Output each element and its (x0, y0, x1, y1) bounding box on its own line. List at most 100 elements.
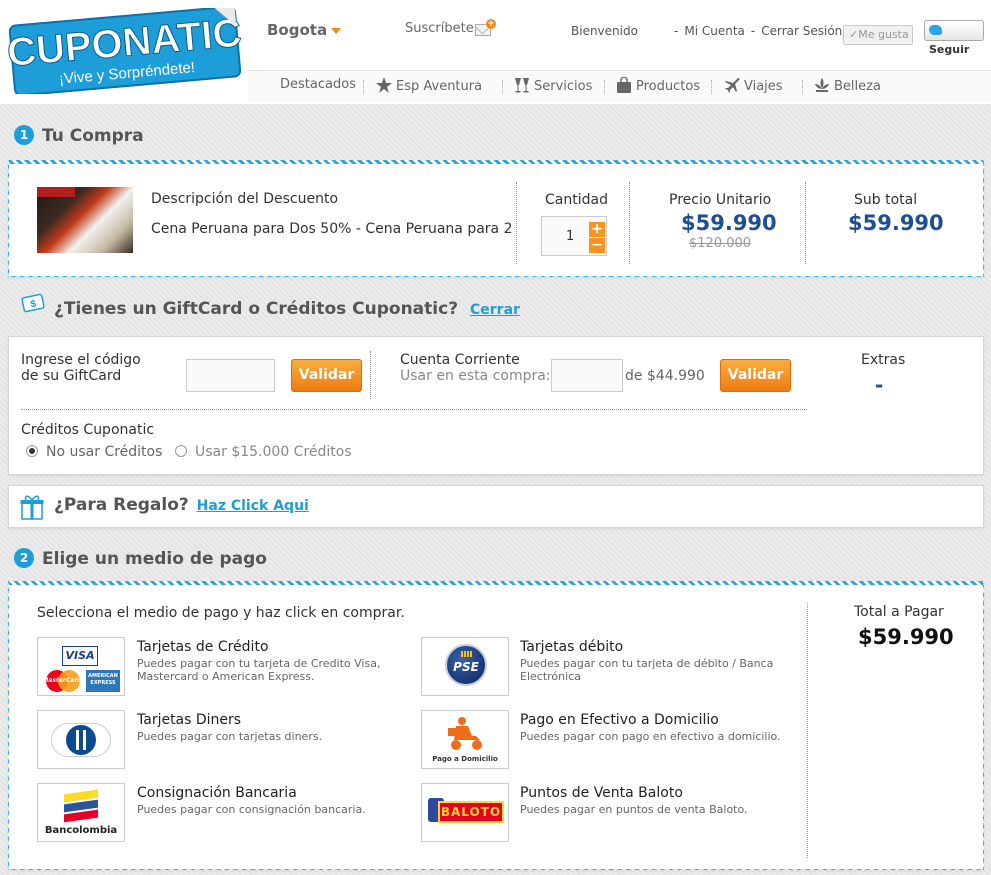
nav-item-belleza[interactable]: Belleza (814, 77, 881, 94)
credits-label: Créditos Cuponatic (21, 422, 155, 438)
giftcard-code-input[interactable] (186, 359, 275, 392)
plane-icon (725, 78, 740, 93)
giftcard-box: Ingrese el código de su GiftCard Validar… (8, 336, 984, 475)
validate-account-button[interactable]: Validar (720, 359, 791, 392)
payment-method-title[interactable]: Puntos de Venta Baloto (520, 785, 683, 801)
payment-method-desc: Puedes pagar con tu tarjeta de débito / … (520, 657, 774, 683)
subtotal-value: $59.990 (848, 211, 944, 235)
bancolombia-caption: Bancolombia (44, 825, 118, 836)
old-price: $120.000 (689, 236, 752, 251)
extras-label: Extras (861, 352, 906, 368)
unit-price: $59.990 (681, 211, 777, 235)
step-number: 1 (14, 125, 34, 145)
payment-method-title[interactable]: Tarjetas débito (520, 639, 623, 655)
category-nav: Destacados Esp Aventura Servicios Produc… (248, 70, 991, 102)
follow-label: Seguir (929, 43, 970, 56)
nav-separator (802, 80, 803, 94)
account-label: Cuenta Corriente (400, 352, 520, 368)
nav-item-servicios[interactable]: Servicios (514, 77, 592, 94)
gift-title: ¿Para Regalo? Haz Click Aqui (54, 495, 309, 515)
use-label: Usar en esta compra: (400, 368, 551, 384)
nav-item-viajes[interactable]: Viajes (724, 77, 783, 94)
close-link[interactable]: Cerrar (470, 302, 520, 318)
my-account-link[interactable]: Mi Cuenta (684, 24, 745, 38)
bancolombia-logo[interactable]: Bancolombia (37, 783, 125, 842)
payment-method-desc: Puedes pagar con tarjetas diners. (137, 730, 323, 743)
radio-selected-icon (26, 445, 38, 457)
radio-label: Usar $15.000 Créditos (195, 444, 352, 460)
subtotal-label: Sub total (854, 192, 918, 208)
baloto-logo[interactable]: BALOTO (421, 783, 509, 842)
giftcard-section-title: ¿Tienes un GiftCard o Créditos Cuponatic… (54, 299, 520, 319)
divider (370, 351, 371, 399)
nav-separator (711, 80, 712, 94)
section-title-text: ¿Tienes un GiftCard o Créditos Cuponatic… (54, 299, 459, 319)
nav-label: Servicios (534, 79, 593, 94)
nav-item-productos[interactable]: Productos (616, 77, 700, 94)
city-selector[interactable]: Bogota (267, 21, 342, 39)
description-label: Descripción del Descuento (151, 191, 339, 207)
payment-method-title[interactable]: Tarjetas Diners (137, 712, 241, 728)
like-label: Me gusta (858, 28, 909, 41)
section-title-text: Tu Compra (42, 126, 144, 146)
diners-icon (51, 723, 111, 757)
domicilio-logo[interactable]: Pago a Domicilio (421, 710, 509, 769)
quantity-stepper[interactable]: 1 + − (541, 216, 607, 256)
mastercard-icon: MasterCard (42, 670, 82, 692)
site-header: CUPONATIC ¡Vive y Sorpréndete! Bogota Su… (0, 0, 991, 104)
welcome-text: Bienvenido (571, 24, 638, 38)
increment-button[interactable]: + (589, 222, 605, 237)
pse-logo[interactable]: PSE (421, 637, 509, 696)
subscribe-link[interactable]: Suscríbete (405, 21, 474, 36)
delivery-scooter-icon (448, 717, 482, 750)
divider (21, 409, 807, 410)
star-icon (376, 77, 392, 93)
section-title-text: Elige un medio de pago (42, 549, 267, 569)
separator: - (674, 24, 679, 38)
label-line: de su GiftCard (21, 368, 122, 384)
validate-giftcard-button[interactable]: Validar (291, 359, 362, 392)
payment-method-desc: Puedes pagar con consignación bancaria. (137, 803, 366, 816)
giftcard-icon: $ (21, 293, 45, 313)
twitter-bird-icon (929, 25, 942, 35)
gift-click-link[interactable]: Haz Click Aqui (197, 498, 309, 514)
account-links: - Mi Cuenta - Cerrar Sesión (674, 24, 848, 38)
credit-card-logo[interactable]: VISA MasterCard AMERICAN EXPRESS (37, 637, 125, 696)
payment-method-desc: Puedes pagar con tu tarjeta de Credito V… (137, 657, 381, 683)
payment-method-title[interactable]: Consignación Bancaria (137, 785, 297, 801)
account-balance: de $44.990 (625, 368, 705, 384)
gift-box: ¿Para Regalo? Haz Click Aqui (8, 485, 984, 528)
radio-unselected-icon (175, 445, 187, 457)
separator: - (750, 24, 756, 38)
diners-logo[interactable] (37, 710, 125, 769)
account-amount-input[interactable] (551, 359, 623, 392)
step-number: 2 (14, 548, 34, 568)
domicilio-caption: Pago a Domicilio (432, 755, 498, 763)
label-line: Ingrese el código (21, 352, 141, 368)
nav-item-destacados[interactable]: Destacados (280, 77, 356, 92)
nav-separator (363, 80, 364, 94)
radio-label: No usar Créditos (46, 444, 163, 460)
logout-link[interactable]: Cerrar Sesión (761, 24, 842, 38)
radio-use-credits[interactable]: Usar $15.000 Créditos (175, 444, 352, 460)
bag-icon (617, 77, 631, 93)
follow-button[interactable]: Seguir (924, 20, 984, 56)
quantity-label: Cantidad (545, 192, 608, 208)
caret-down-icon (331, 27, 342, 34)
unit-price-label: Precio Unitario (669, 192, 772, 208)
baloto-wordmark: BALOTO (438, 801, 504, 823)
quantity-value: 1 (566, 229, 575, 244)
description-value: Cena Peruana para Dos 50% - Cena Peruana… (151, 221, 513, 237)
cuponatic-logo[interactable]: CUPONATIC ¡Vive y Sorpréndete! (6, 8, 244, 94)
payment-instruction: Selecciona el medio de pago y haz click … (37, 605, 405, 621)
gift-title-text: ¿Para Regalo? (54, 495, 189, 515)
radio-no-credits[interactable]: No usar Créditos (26, 444, 162, 460)
product-image (37, 187, 133, 253)
decrement-button[interactable]: − (589, 238, 605, 253)
payment-method-desc: Puedes pagar con pago en efectivo a domi… (520, 730, 781, 743)
nav-item-esp-aventura[interactable]: Esp Aventura (376, 77, 482, 94)
divider (629, 182, 630, 264)
payment-method-title[interactable]: Tarjetas de Crédito (137, 639, 269, 655)
payment-method-title[interactable]: Pago en Efectivo a Domicilio (520, 712, 719, 728)
like-button[interactable]: ✓Me gusta (843, 25, 913, 45)
